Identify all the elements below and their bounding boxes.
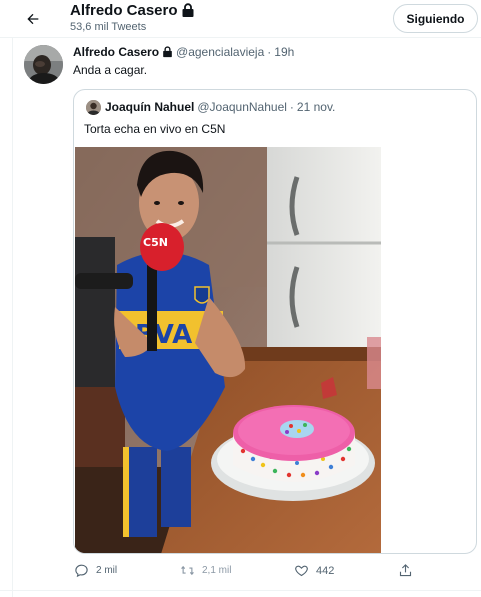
quote-author[interactable]: Joaquín Nahuel @JoaqunNahuel · 21 nov. [105, 100, 335, 114]
timeline-border [12, 38, 13, 597]
retweet-button[interactable]: 2,1 mil [180, 563, 231, 578]
tweet-text: Anda a cagar. [73, 63, 148, 77]
following-button[interactable]: Siguiendo [393, 4, 478, 33]
tweet-count: 53,6 mil Tweets [70, 21, 147, 33]
quote-text: Torta echa en vivo en C5N [84, 122, 226, 136]
quote-author-handle: @JoaqunNahuel [197, 100, 287, 114]
quote-time: 21 nov. [296, 100, 336, 114]
lock-icon [163, 46, 172, 58]
avatar[interactable] [24, 45, 63, 84]
quote-photo[interactable]: BVA C5N [75, 147, 381, 553]
separator: · [289, 100, 294, 114]
quote-avatar-image [86, 100, 101, 115]
lock-icon [182, 3, 194, 17]
like-count: 442 [316, 564, 335, 577]
tweet-author[interactable]: Alfredo Casero @agencialavieja · 19h [73, 45, 294, 59]
avatar-image [24, 45, 63, 84]
profile-header: Alfredo Casero 53,6 mil Tweets Siguiendo [0, 0, 481, 38]
divider [0, 590, 481, 591]
retweet-icon [181, 565, 194, 576]
like-button[interactable]: 442 [294, 563, 334, 578]
photo-boy-with-cake: BVA C5N [75, 147, 381, 553]
author-name[interactable]: Alfredo Casero [73, 45, 159, 59]
profile-name[interactable]: Alfredo Casero [70, 2, 195, 19]
retweet-count: 2,1 mil [202, 565, 232, 576]
profile-name-text: Alfredo Casero [70, 2, 178, 19]
tweet-time[interactable]: 19h [274, 45, 294, 59]
tweet-actions: 2 mil 2,1 mil 442 [0, 563, 481, 585]
quote-avatar[interactable] [86, 100, 101, 115]
back-button[interactable] [22, 8, 44, 30]
separator: · [267, 45, 272, 59]
back-arrow-icon [27, 13, 39, 25]
quote-tweet[interactable]: Joaquín Nahuel @JoaqunNahuel · 21 nov. T… [73, 89, 477, 554]
share-icon [399, 564, 412, 577]
mic-flag-text: C5N [143, 236, 168, 249]
reply-button[interactable]: 2 mil [74, 563, 117, 578]
reply-count: 2 mil [96, 565, 118, 576]
quote-author-name: Joaquín Nahuel [105, 100, 195, 114]
share-button[interactable] [398, 563, 413, 578]
reply-icon [75, 564, 88, 578]
author-handle[interactable]: @agencialavieja [176, 45, 264, 59]
like-icon [295, 565, 308, 577]
